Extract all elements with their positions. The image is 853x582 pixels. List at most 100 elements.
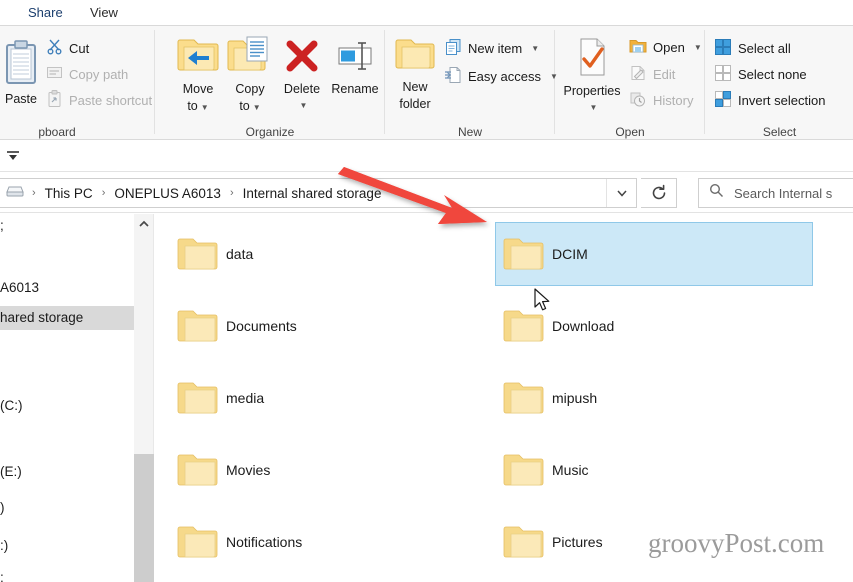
address-dropdown-button[interactable] xyxy=(606,179,636,207)
chevron-down-icon xyxy=(616,190,627,197)
new-folder-button[interactable]: New folder xyxy=(388,34,442,111)
properties-caret-icon[interactable]: ▼ xyxy=(559,101,628,115)
open-caret-icon[interactable]: ▼ xyxy=(694,43,702,52)
collapse-ribbon-icon[interactable] xyxy=(5,149,21,168)
breadcrumb-address-box[interactable]: › This PC › ONEPLUS A6013 › Internal sha… xyxy=(0,178,637,208)
ribbon-bottom-border xyxy=(0,139,853,140)
file-item-documents[interactable]: Documents xyxy=(169,294,487,358)
scroll-up-button[interactable] xyxy=(134,214,154,234)
history-clock-icon xyxy=(629,90,647,111)
select-none-label: Select none xyxy=(738,67,807,82)
scissors-icon xyxy=(46,38,63,58)
copy-path-button[interactable]: Copy path xyxy=(46,64,128,84)
move-to-label-line1: Move xyxy=(182,82,214,96)
copy-to-button[interactable]: Copy to ▼ xyxy=(222,34,278,115)
breadcrumb-separator: › xyxy=(101,187,106,199)
copy-to-icon xyxy=(227,34,273,79)
mouse-cursor xyxy=(534,288,552,319)
new-folder-label-line2: folder xyxy=(399,97,431,111)
file-item-label: Music xyxy=(552,462,589,478)
nav-item-drive-e[interactable]: (E:) xyxy=(0,460,134,484)
paste-button[interactable]: Paste xyxy=(0,40,50,106)
navigation-pane: ; A6013 hared storage (C:) (E:) ) :) ; xyxy=(0,214,134,582)
file-item-media[interactable]: media xyxy=(169,366,487,430)
file-list: data DCIM Documents Download media mipus… xyxy=(155,214,853,582)
tab-share[interactable]: Share xyxy=(18,0,73,26)
refresh-button[interactable] xyxy=(641,178,677,208)
group-label-open: Open xyxy=(615,125,645,139)
search-icon xyxy=(709,183,724,203)
paste-shortcut-icon xyxy=(46,90,63,111)
easy-access-button[interactable]: Easy access ▼ xyxy=(444,66,558,87)
file-item-label: data xyxy=(226,246,254,262)
copy-path-icon xyxy=(46,64,63,84)
group-label-organize: Organize xyxy=(245,125,295,139)
edit-button[interactable]: Edit xyxy=(629,64,675,85)
breadcrumb-separator: › xyxy=(32,187,36,199)
device-icon xyxy=(5,183,25,204)
ribbon-separator xyxy=(384,30,385,134)
folder-icon xyxy=(496,235,552,273)
nav-item-clipped-4[interactable]: ; xyxy=(0,566,134,582)
nav-item-clipped-1[interactable]: ; xyxy=(0,214,134,238)
refresh-icon xyxy=(652,184,665,200)
nav-item-local-disk-c[interactable]: (C:) xyxy=(0,394,134,418)
rename-button[interactable]: Rename xyxy=(326,36,384,96)
delete-caret-icon[interactable]: ▼ xyxy=(279,99,328,113)
history-button[interactable]: History xyxy=(629,90,693,111)
file-item-notifications[interactable]: Notifications xyxy=(169,510,487,574)
quick-access-strip xyxy=(0,141,853,172)
group-label-new: New xyxy=(457,125,482,139)
file-item-mipush[interactable]: mipush xyxy=(495,366,813,430)
file-item-label: DCIM xyxy=(552,246,588,262)
folder-icon xyxy=(170,451,226,489)
move-to-button[interactable]: Move to ▼ xyxy=(170,34,226,115)
move-to-icon xyxy=(175,34,221,79)
group-label-select: Select xyxy=(762,125,797,139)
nav-item-clipped-3[interactable]: :) xyxy=(0,534,134,558)
breadcrumb-oneplus-a6013[interactable]: ONEPLUS A6013 xyxy=(112,186,223,201)
ribbon-tabbar: Share View xyxy=(0,0,853,26)
delete-label: Delete xyxy=(283,82,321,96)
paste-shortcut-button[interactable]: Paste shortcut xyxy=(46,90,152,111)
scrollbar-thumb[interactable] xyxy=(134,454,154,582)
select-none-icon xyxy=(714,64,732,85)
easy-access-icon xyxy=(444,66,462,87)
search-box[interactable]: Search Internal s xyxy=(698,178,853,208)
breadcrumb-internal-shared-storage[interactable]: Internal shared storage xyxy=(241,186,384,201)
nav-item-internal-shared-storage[interactable]: hared storage xyxy=(0,306,134,330)
invert-selection-button[interactable]: Invert selection xyxy=(714,90,825,111)
new-folder-icon xyxy=(394,34,436,77)
delete-button[interactable]: Delete ▼ xyxy=(276,36,328,113)
cut-label: Cut xyxy=(69,40,90,56)
select-all-button[interactable]: Select all xyxy=(714,38,791,59)
history-label: History xyxy=(653,93,694,108)
watermark: groovyPost.com xyxy=(648,528,825,558)
invert-selection-label: Invert selection xyxy=(738,93,826,108)
file-item-music[interactable]: Music xyxy=(495,438,813,502)
search-input[interactable]: Search Internal s xyxy=(734,186,832,201)
breadcrumb-separator: › xyxy=(229,187,234,199)
breadcrumb-this-pc[interactable]: This PC xyxy=(43,186,95,201)
new-item-button[interactable]: New item ▼ xyxy=(444,38,539,59)
new-item-caret-icon[interactable]: ▼ xyxy=(531,44,539,53)
tab-view[interactable]: View xyxy=(80,0,128,26)
select-none-button[interactable]: Select none xyxy=(714,64,807,85)
select-all-label: Select all xyxy=(738,41,791,56)
cut-button[interactable]: Cut xyxy=(46,38,89,58)
properties-button[interactable]: Properties ▼ xyxy=(556,36,628,115)
nav-item-clipped-2[interactable]: ) xyxy=(0,496,134,520)
open-button[interactable]: Open ▼ xyxy=(629,38,702,57)
folder-icon xyxy=(496,523,552,561)
invert-selection-icon xyxy=(714,90,732,111)
file-item-label: media xyxy=(226,390,265,406)
folder-icon xyxy=(170,307,226,345)
file-item-movies[interactable]: Movies xyxy=(169,438,487,502)
group-label-clipboard: pboard xyxy=(38,125,76,139)
nav-item-oneplus-a6013[interactable]: A6013 xyxy=(0,276,134,300)
properties-label: Properties xyxy=(563,84,621,98)
file-item-data[interactable]: data xyxy=(169,222,487,286)
navigation-pane-scrollbar[interactable] xyxy=(134,214,154,582)
copy-to-label-line2: to ▼ xyxy=(239,99,261,113)
file-item-dcim[interactable]: DCIM xyxy=(495,222,813,286)
